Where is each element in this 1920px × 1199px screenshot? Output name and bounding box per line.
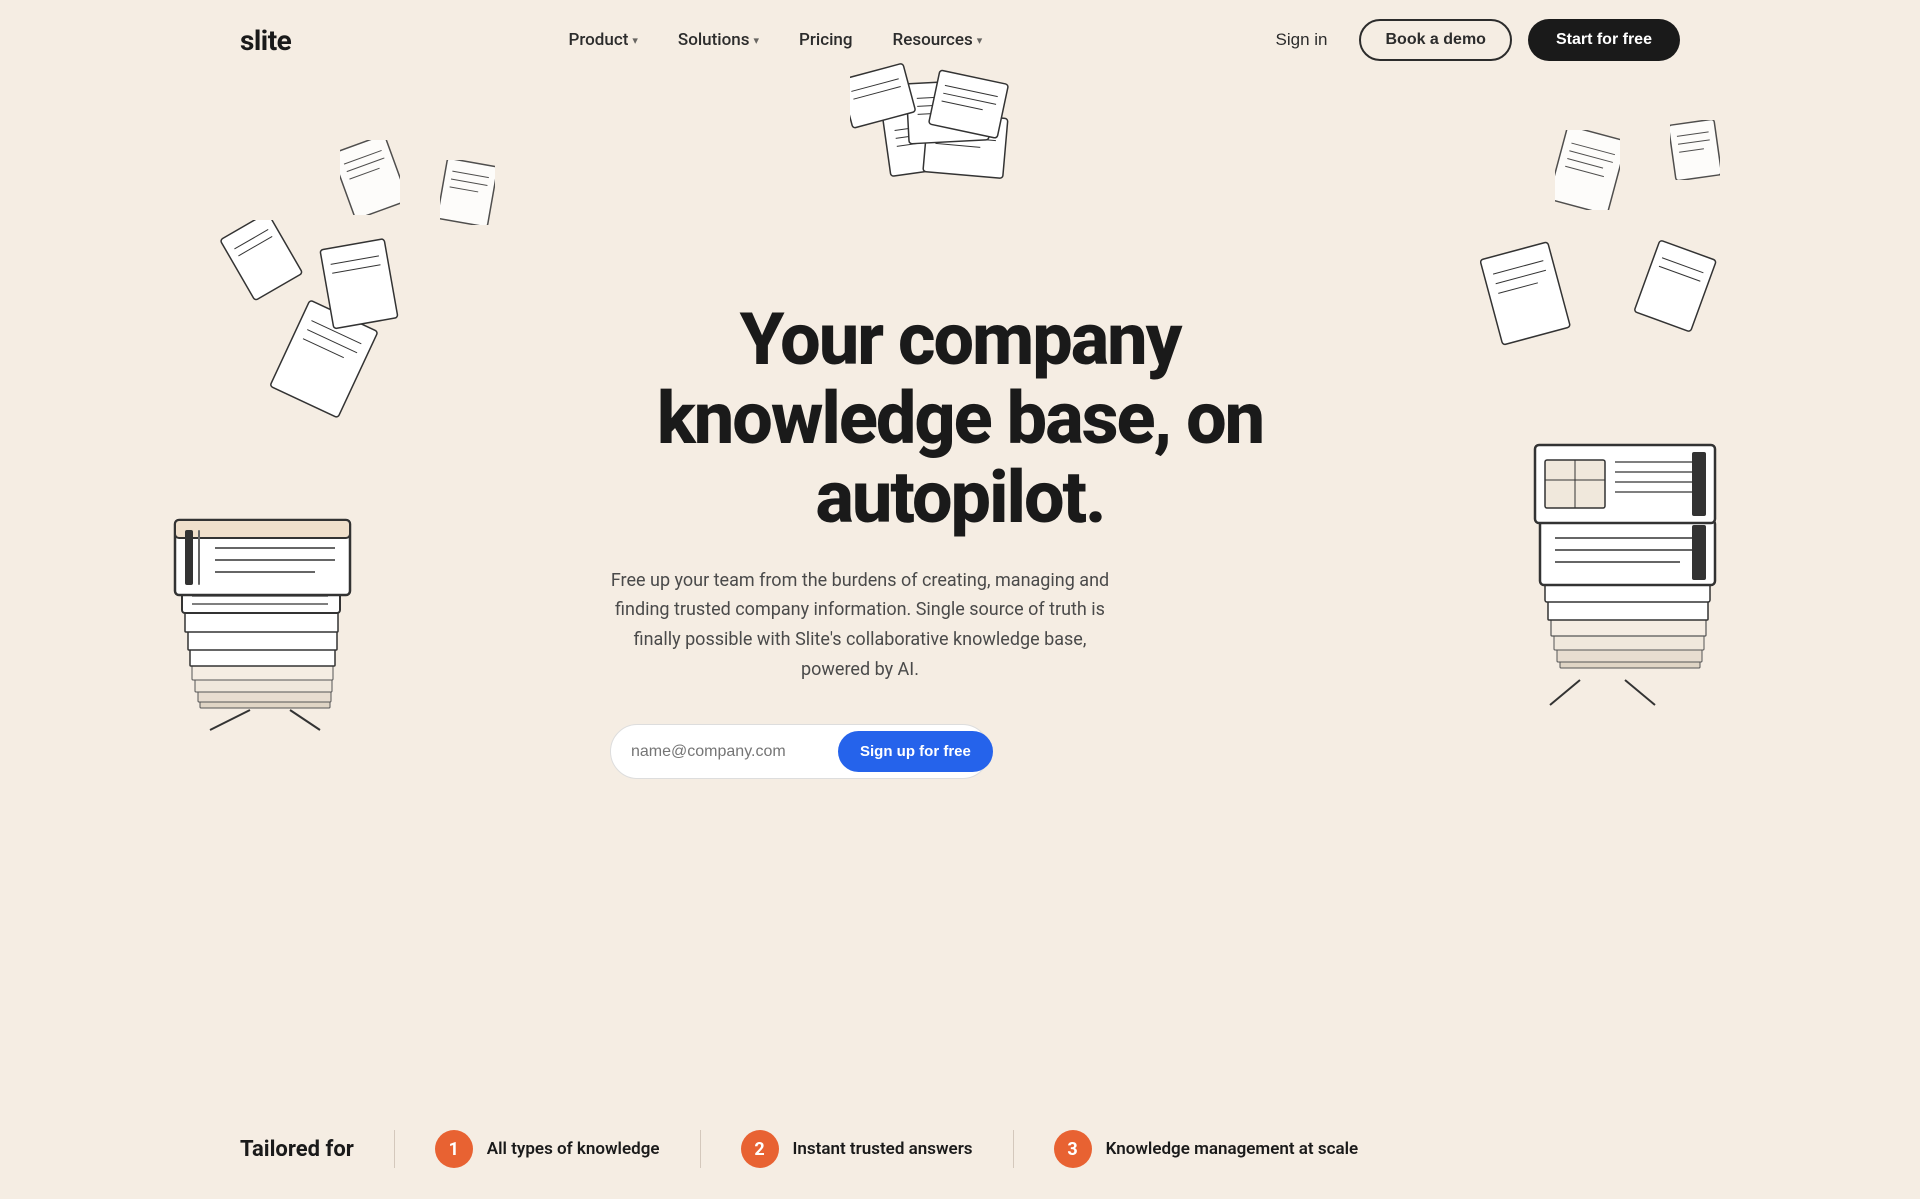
feature-text-2: Instant trusted answers: [793, 1138, 973, 1161]
float-paper-t2: [440, 160, 495, 225]
nav-label-solutions: Solutions: [678, 30, 750, 50]
paper-stack-right-illustration: [1480, 200, 1760, 720]
nav-links: Product ▾ Solutions ▾ Pricing Resources …: [569, 30, 983, 50]
start-free-button[interactable]: Start for free: [1528, 19, 1680, 61]
feature-badge-1: 1: [435, 1130, 473, 1168]
hero-title: Your company knowledge base, on autopilo…: [610, 300, 1310, 538]
hero-section: Your company knowledge base, on autopilo…: [0, 80, 1920, 779]
features-list: 1 All types of knowledge 2 Instant trust…: [394, 1130, 1680, 1168]
feature-item-2: 2 Instant trusted answers: [700, 1130, 1013, 1168]
email-form: Sign up for free: [610, 724, 990, 779]
hero-content: Your company knowledge base, on autopilo…: [610, 300, 1310, 779]
feature-item-3: 3 Knowledge management at scale: [1013, 1130, 1399, 1168]
nav-item-solutions[interactable]: Solutions ▾: [678, 30, 759, 50]
float-paper-tl: [340, 140, 400, 215]
chevron-down-icon: ▾: [977, 34, 983, 47]
paper-stack-left-illustration: [160, 220, 420, 740]
chevron-down-icon: ▾: [753, 34, 759, 47]
float-paper-tr: [1555, 130, 1620, 210]
page-wrapper: slite Product ▾ Solutions ▾ Pricing: [0, 0, 1920, 1199]
nav-label-resources: Resources: [893, 30, 973, 50]
nav-actions: Sign in Book a demo Start for free: [1260, 19, 1680, 61]
book-demo-button[interactable]: Book a demo: [1359, 19, 1511, 61]
nav-item-pricing[interactable]: Pricing: [799, 30, 853, 50]
hero-subtitle: Free up your team from the burdens of cr…: [610, 566, 1110, 685]
signin-button[interactable]: Sign in: [1260, 22, 1344, 58]
email-input[interactable]: [631, 743, 838, 761]
feature-item-1: 1 All types of knowledge: [394, 1130, 700, 1168]
signup-button[interactable]: Sign up for free: [838, 731, 993, 772]
navbar: slite Product ▾ Solutions ▾ Pricing: [0, 0, 1920, 80]
feature-badge-3: 3: [1054, 1130, 1092, 1168]
logo[interactable]: slite: [240, 24, 291, 57]
nav-label-pricing: Pricing: [799, 30, 853, 50]
nav-label-product: Product: [569, 30, 629, 50]
nav-item-resources[interactable]: Resources ▾: [893, 30, 983, 50]
feature-text-3: Knowledge management at scale: [1106, 1138, 1359, 1161]
bottom-strip: Tailored for 1 All types of knowledge 2 …: [0, 1099, 1920, 1199]
chevron-down-icon: ▾: [632, 34, 638, 47]
float-paper-tr2: [1670, 120, 1720, 180]
feature-text-1: All types of knowledge: [487, 1138, 660, 1161]
nav-item-product[interactable]: Product ▾: [569, 30, 638, 50]
tailored-label: Tailored for: [240, 1137, 354, 1162]
feature-badge-2: 2: [741, 1130, 779, 1168]
